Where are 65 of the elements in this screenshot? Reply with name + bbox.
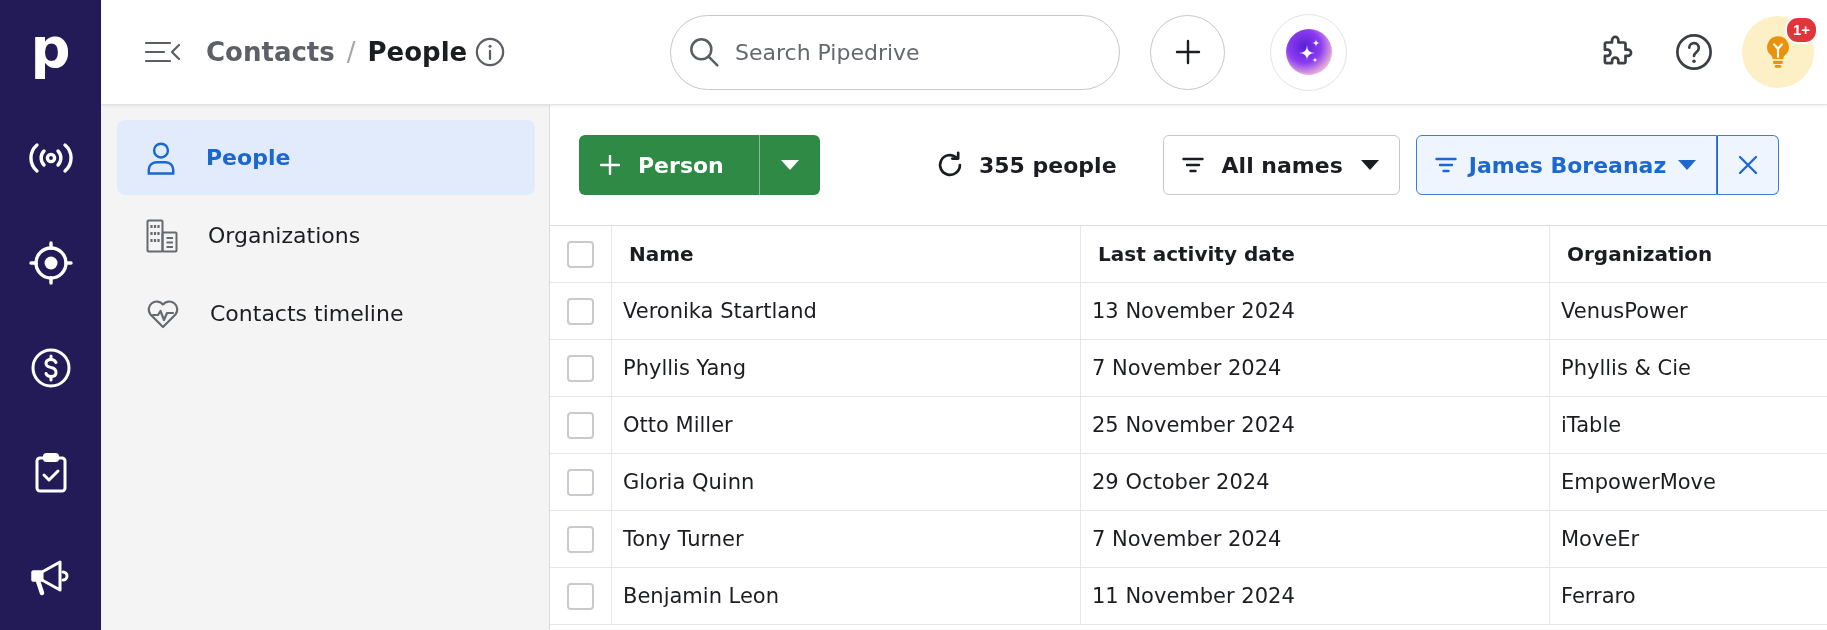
filter-icon [1181, 157, 1204, 173]
search-field[interactable]: Search Pipedrive [670, 14, 1120, 90]
column-header[interactable]: Name [612, 226, 1081, 283]
column-header[interactable]: Last activity date [1081, 226, 1550, 283]
table-cell: 29 October 2024 [1081, 454, 1550, 511]
breadcrumb-link[interactable]: Contacts [206, 37, 335, 67]
checkbox[interactable] [567, 582, 594, 610]
heart-pulse-icon [146, 298, 180, 329]
caret-icon [1360, 160, 1379, 170]
caret-icon [1678, 160, 1697, 170]
add-options-button[interactable] [759, 135, 820, 195]
column-header[interactable]: Organization [1550, 226, 1827, 283]
broadcast-icon[interactable] [27, 141, 74, 174]
checkbox[interactable] [567, 411, 594, 439]
table-cell: Phyllis & Cie [1550, 340, 1827, 397]
info-icon[interactable] [475, 37, 506, 67]
building-icon [146, 218, 178, 253]
sparkle-icon [1284, 28, 1333, 76]
table-cell: 11 November 2024 [1081, 568, 1550, 625]
clear-filter-button[interactable] [1717, 135, 1780, 195]
sidebar-item[interactable]: Organizations [117, 198, 535, 273]
table-cell: Gloria Quinn [612, 454, 1081, 511]
search-icon [688, 35, 720, 68]
dollar-icon[interactable] [30, 347, 71, 388]
table-cell: Ferraro [1550, 568, 1827, 625]
menu-collapse-icon[interactable] [145, 40, 181, 64]
caret-icon [781, 160, 799, 170]
table-cell: Tony Turner [612, 511, 1081, 568]
breadcrumb-current: People [367, 37, 468, 67]
plus-icon [600, 155, 620, 175]
sidebar-item[interactable]: People [117, 120, 535, 195]
people-count: 355 people [979, 152, 1117, 178]
filter-icon [1434, 157, 1457, 173]
clipboard-check-icon[interactable] [33, 452, 68, 493]
table-cell: EmpowerMove [1550, 454, 1827, 511]
sidebar-item[interactable]: Contacts timeline [117, 276, 535, 351]
plus-icon [1174, 39, 1201, 65]
table-cell: iTable [1550, 397, 1827, 454]
checkbox[interactable] [567, 468, 594, 496]
table-cell: Otto Miller [612, 397, 1081, 454]
table-cell: 7 November 2024 [1081, 340, 1550, 397]
person-icon [146, 140, 176, 175]
target-icon[interactable] [28, 240, 73, 285]
checkbox[interactable] [567, 525, 594, 553]
logo[interactable]: p [30, 19, 71, 86]
refresh-icon[interactable] [936, 151, 964, 179]
filter-button[interactable]: James Boreanaz [1415, 135, 1718, 195]
notification-badge: 1+ [1784, 16, 1818, 44]
table-cell: MoveEr [1550, 511, 1827, 568]
table-cell: 25 November 2024 [1081, 397, 1550, 454]
lightbulb-icon [1765, 35, 1791, 69]
help-icon[interactable] [1675, 33, 1713, 71]
table-cell: Benjamin Leon [612, 568, 1081, 625]
filter-button[interactable]: All names [1162, 135, 1400, 195]
checkbox[interactable] [567, 354, 594, 382]
table-cell: 13 November 2024 [1081, 283, 1550, 340]
table-cell: Phyllis Yang [612, 340, 1081, 397]
breadcrumb-separator: / [346, 37, 356, 67]
add-person-button[interactable]: Person [579, 135, 759, 195]
checkbox[interactable] [567, 240, 594, 268]
checkbox[interactable] [567, 297, 594, 325]
close-icon [1738, 155, 1759, 175]
table-cell: VenusPower [1550, 283, 1827, 340]
table-cell: Veronika Startland [612, 283, 1081, 340]
table-cell: 7 November 2024 [1081, 511, 1550, 568]
